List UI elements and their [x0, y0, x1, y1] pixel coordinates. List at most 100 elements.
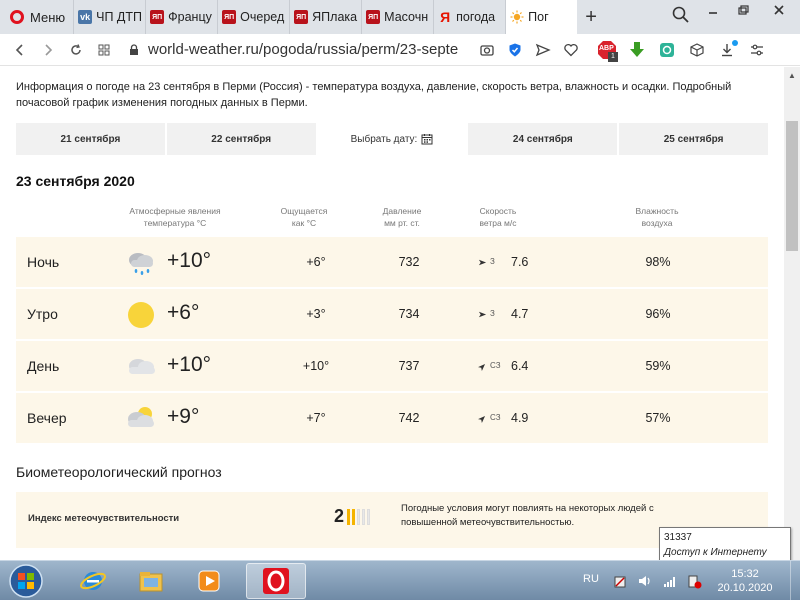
calendar-icon — [421, 134, 433, 145]
volume-icon[interactable] — [637, 573, 653, 589]
sun-icon — [124, 298, 158, 332]
taskbar-explorer[interactable] — [124, 563, 178, 599]
date-tab-25[interactable]: 25 сентября — [619, 123, 768, 155]
bio-index-scale — [347, 509, 370, 525]
menu-label: Меню — [30, 9, 66, 25]
date-tab-22[interactable]: 22 сентября — [166, 123, 318, 155]
restore-button[interactable] — [728, 0, 758, 20]
period-label: Ночь — [27, 254, 60, 270]
bio-scale-bar — [347, 509, 350, 525]
browser-tab-bar: Меню vk ЧП ДТП ЯП Францу ЯП Очеред ЯП ЯПлака ЯП М… — [0, 0, 800, 34]
vk-icon: vk — [78, 10, 93, 24]
humidity: 98% — [645, 255, 671, 269]
wind-direction-arrow-icon — [478, 363, 486, 371]
taskbar-media-player[interactable] — [182, 563, 236, 599]
cube-icon — [690, 42, 704, 57]
browser-tab-label: Францу — [168, 10, 212, 24]
feels-like: +10° — [302, 359, 330, 373]
download-extension-button[interactable] — [626, 39, 648, 61]
restore-icon — [738, 5, 749, 15]
feels-like: +7° — [306, 411, 326, 425]
minimize-icon — [709, 12, 717, 14]
yaplakal-icon: ЯП — [366, 10, 381, 24]
header-humidity-line1: Влажность — [635, 206, 679, 216]
extensions-area: ABP 1 — [596, 39, 768, 62]
send-icon — [535, 43, 551, 56]
snapshot-button[interactable] — [476, 39, 498, 61]
opera-icon — [263, 568, 289, 594]
search-tabs-icon[interactable] — [670, 4, 692, 26]
date-tab-24[interactable]: 24 сентября — [468, 123, 620, 155]
battery-alert-icon[interactable] — [686, 573, 702, 589]
media-player-icon — [198, 570, 220, 592]
browser-tab[interactable]: ЯП Очеред — [217, 0, 289, 34]
weather-row: Вечер +9° +7° 742 СЗ 4.9 57% — [16, 393, 768, 444]
opera-menu-button[interactable]: Меню — [0, 0, 73, 34]
shield-check-icon — [509, 43, 521, 56]
extensions-button[interactable] — [686, 39, 708, 61]
folder-icon — [139, 572, 163, 592]
back-button[interactable] — [6, 36, 34, 64]
cloud-icon — [124, 350, 158, 384]
browser-tab[interactable]: Пог — [505, 0, 578, 34]
temperature: +10° — [167, 249, 212, 272]
adblock-badge: 1 — [608, 51, 618, 62]
language-indicator[interactable]: RU — [583, 573, 599, 585]
back-arrow-icon — [15, 43, 23, 56]
taskbar-opera[interactable] — [246, 563, 306, 599]
browser-tab[interactable]: vk ЧП ДТП — [73, 0, 145, 34]
taskbar-ie[interactable] — [66, 563, 120, 599]
adblock-extension-button[interactable]: ABP 1 — [596, 39, 618, 62]
browser-tab[interactable]: ЯП Масочн — [361, 0, 433, 34]
scroll-thumb[interactable] — [786, 121, 798, 251]
show-desktop-button[interactable] — [790, 561, 800, 600]
camera-icon — [480, 44, 494, 56]
bio-index-label: Индекс метеочувствительности — [28, 513, 180, 524]
close-button[interactable] — [758, 0, 800, 20]
temperature: +9° — [167, 405, 200, 428]
wind-speed: 4.7 — [511, 307, 529, 321]
start-button[interactable] — [6, 562, 46, 600]
bio-scale-bar — [367, 509, 370, 525]
period-label: День — [27, 358, 60, 374]
weather-table: Ночь +10° +6° 732 З 7.6 98% Утро +6° +3° 734 З 4.7 96… — [16, 237, 768, 445]
url-field[interactable]: world-weather.ru/pogoda/russia/perm/23-s… — [148, 41, 468, 58]
bio-scale-bar — [362, 509, 365, 525]
yaplakal-icon: ЯП — [294, 10, 309, 24]
yandex-icon: Я — [440, 9, 451, 25]
reload-button[interactable] — [62, 36, 90, 64]
downloads-button[interactable] — [716, 39, 738, 61]
system-clock[interactable]: 15:32 20.10.2020 — [715, 567, 775, 595]
browser-tab[interactable]: ЯП ЯПлака — [289, 0, 361, 34]
scroll-up-button[interactable]: ▲ — [784, 67, 800, 83]
browser-tab[interactable]: Япогода — [433, 0, 505, 34]
bio-forecast-title: Биометеорологический прогноз — [16, 464, 222, 480]
tray-security-icon[interactable] — [612, 573, 628, 589]
pressure: 734 — [398, 307, 420, 321]
date-picker[interactable]: Выбрать дату: — [317, 123, 469, 155]
wind-speed: 4.9 — [511, 411, 529, 425]
minimize-button[interactable] — [698, 0, 728, 20]
new-tab-button[interactable]: + — [577, 0, 605, 34]
lock-icon[interactable] — [128, 43, 140, 56]
page-scrollbar[interactable]: ▲ — [784, 67, 800, 560]
speed-dial-button[interactable] — [90, 36, 118, 64]
browser-tab-label: Пог — [528, 10, 549, 24]
bio-scale-bar — [352, 509, 355, 525]
browser-tab[interactable]: ЯП Францу — [145, 0, 217, 34]
adblock-label: ABP — [599, 44, 614, 52]
translate-extension-button[interactable] — [656, 39, 678, 61]
send-button[interactable] — [532, 39, 554, 61]
easy-setup-button[interactable] — [746, 39, 768, 61]
bookmark-button[interactable] — [560, 39, 582, 61]
header-pressure: Давление мм рт. ст. — [362, 205, 442, 229]
network-signal-icon[interactable] — [662, 573, 678, 589]
close-icon — [774, 5, 784, 15]
period-label: Утро — [27, 306, 58, 322]
forward-button[interactable] — [34, 36, 62, 64]
clock-date: 20.10.2020 — [717, 582, 773, 594]
date-tab-21[interactable]: 21 сентября — [16, 123, 167, 155]
header-pressure-line1: Давление — [382, 206, 422, 216]
vpn-shield-button[interactable] — [504, 39, 526, 61]
humidity: 96% — [645, 307, 671, 321]
